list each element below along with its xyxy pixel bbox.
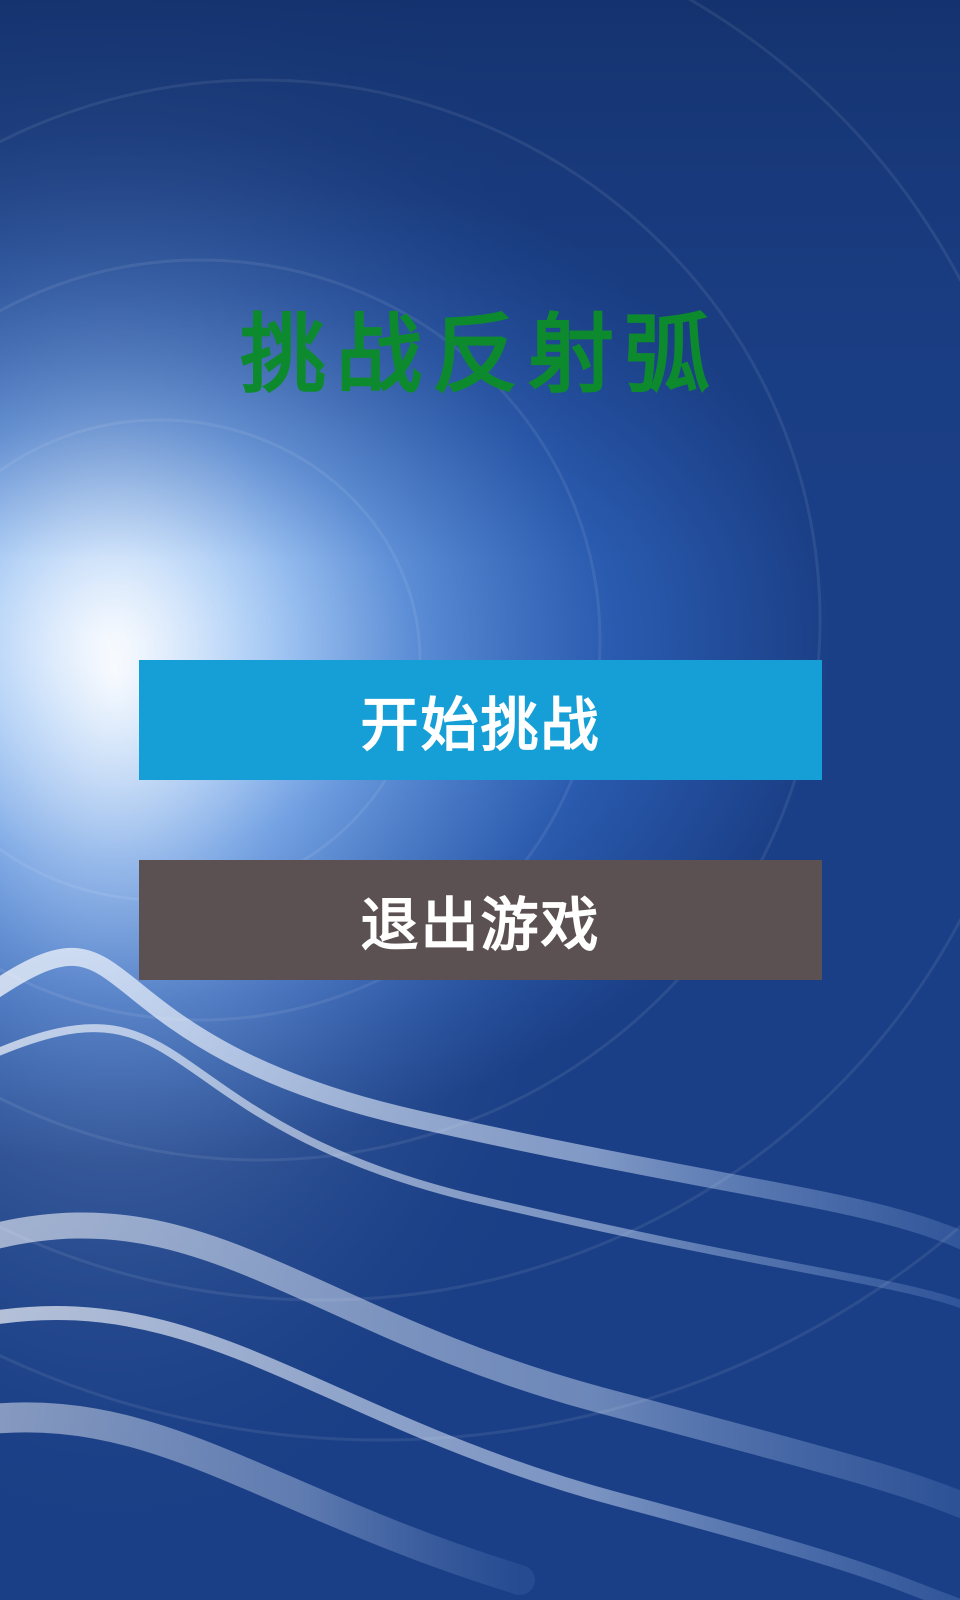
light-tunnel-background [0, 0, 960, 1600]
game-title: 挑战反射弧 [240, 305, 720, 405]
start-challenge-button[interactable]: 开始挑战 [139, 660, 822, 780]
quit-game-button[interactable]: 退出游戏 [139, 860, 822, 980]
game-start-screen: 挑战反射弧 开始挑战 退出游戏 [0, 0, 960, 1600]
